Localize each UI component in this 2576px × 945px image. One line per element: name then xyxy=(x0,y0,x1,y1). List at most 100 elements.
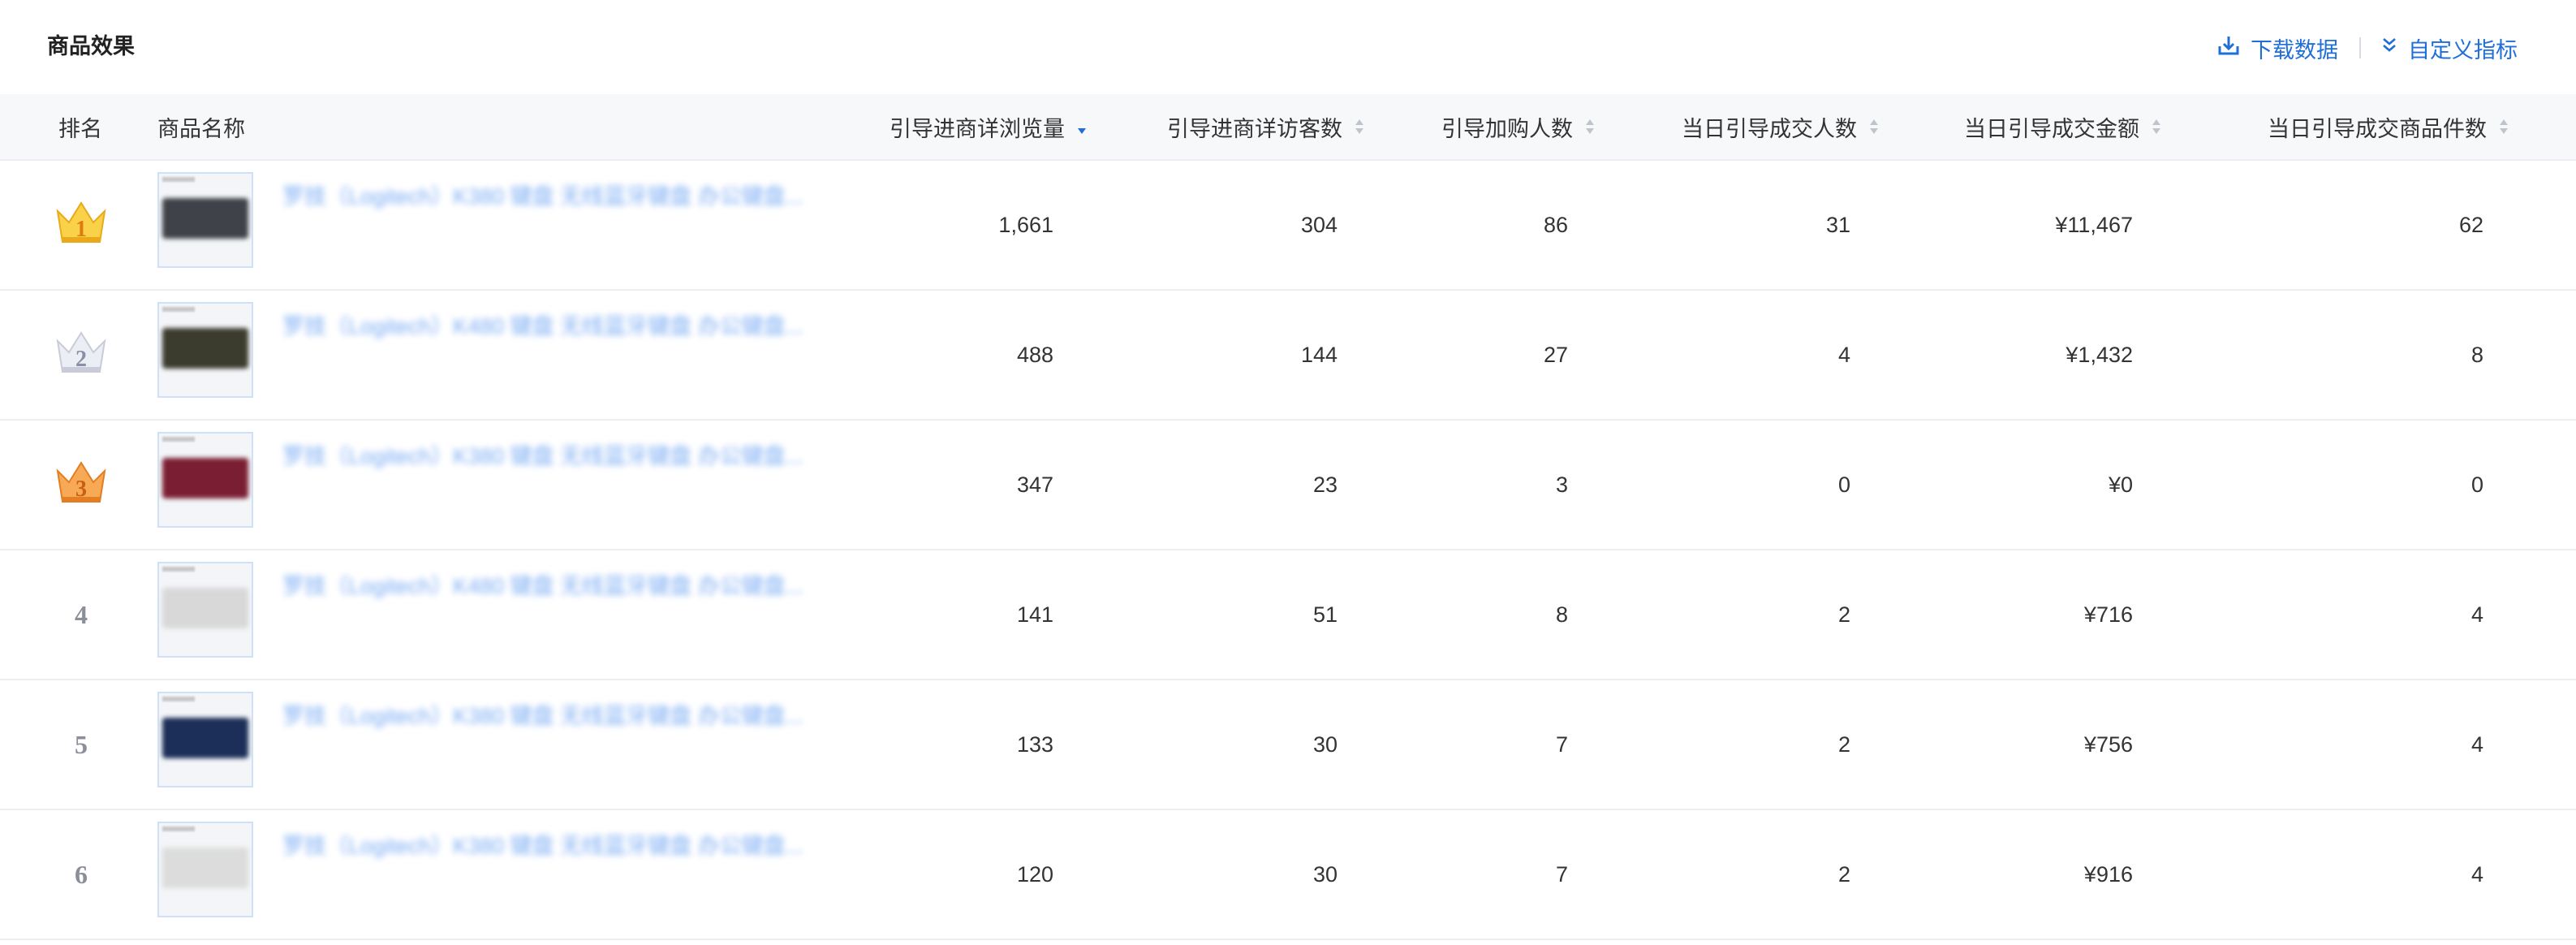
sort-caret-icon[interactable] xyxy=(1076,118,1088,136)
views-value: 133 xyxy=(1016,731,1053,757)
buyers-value: 2 xyxy=(1837,602,1850,627)
crown-medal-icon: 3 xyxy=(54,458,108,512)
items-value: 4 xyxy=(2470,861,2483,887)
items-value: 4 xyxy=(2470,602,2483,627)
column-items[interactable]: 当日引导成交商品件数 xyxy=(2162,94,2509,159)
table-row[interactable]: 4 罗技（Logitech）K480 键盘 无线蓝牙键盘 办公键盘... 141… xyxy=(0,550,2576,680)
column-amount-label: 当日引导成交金额 xyxy=(1964,116,2139,141)
column-visitors-label: 引导进商详访客数 xyxy=(1167,116,1342,141)
keyboard-image xyxy=(162,198,248,239)
product-thumbnail[interactable] xyxy=(157,172,253,268)
rank-cell: 3 xyxy=(49,421,114,549)
cart-value: 7 xyxy=(1555,861,1568,887)
crown-medal-icon: 2 xyxy=(54,328,108,382)
keyboard-image xyxy=(162,588,248,628)
product-name-link[interactable]: 罗技（Logitech）K480 键盘 无线蓝牙键盘 办公键盘... xyxy=(282,309,802,341)
table-body: 1 罗技（Logitech）K380 键盘 无线蓝牙键盘 办公键盘... 1,6… xyxy=(0,161,2576,940)
column-visitors[interactable]: 引导进商详访客数 xyxy=(1088,94,1365,159)
visitors-value: 30 xyxy=(1312,731,1338,757)
action-divider xyxy=(2359,37,2361,58)
amount-value: ¥0 xyxy=(2108,472,2133,497)
thumbnail-tag xyxy=(162,307,195,312)
crown-medal-icon: 1 xyxy=(54,198,108,252)
rank-number: 6 xyxy=(75,859,88,889)
visitors-value: 304 xyxy=(1300,212,1338,237)
keyboard-image xyxy=(162,848,248,888)
download-data-button[interactable]: 下载数据 xyxy=(2216,32,2338,64)
table-row[interactable]: 6 罗技（Logitech）K380 键盘 无线蓝牙键盘 办公键盘... 120… xyxy=(0,810,2576,940)
rank-number: 4 xyxy=(75,599,88,629)
keyboard-image xyxy=(162,328,248,369)
views-value: 347 xyxy=(1016,472,1053,497)
thumbnail-tag xyxy=(162,697,195,701)
buyers-value: 2 xyxy=(1837,731,1850,757)
product-name-link[interactable]: 罗技（Logitech）K380 键盘 无线蓝牙键盘 办公键盘... xyxy=(282,828,802,861)
views-value: 1,661 xyxy=(998,212,1053,237)
download-data-label: 下载数据 xyxy=(2251,37,2338,63)
amount-value: ¥1,432 xyxy=(2066,342,2133,367)
buyers-value: 2 xyxy=(1837,861,1850,887)
table-row[interactable]: 3 罗技（Logitech）K380 键盘 无线蓝牙键盘 办公键盘... 347… xyxy=(0,421,2576,550)
amount-value: ¥756 xyxy=(2083,731,2133,757)
sort-caret-icon[interactable] xyxy=(1584,118,1596,136)
product-name-link[interactable]: 罗技（Logitech）K380 键盘 无线蓝牙键盘 办公键盘... xyxy=(282,698,802,731)
product-thumbnail[interactable] xyxy=(157,302,253,398)
column-views-label: 引导进商详浏览量 xyxy=(890,116,1065,141)
double-chevron-down-icon xyxy=(2380,35,2398,62)
svg-text:2: 2 xyxy=(75,347,87,372)
thumbnail-tag xyxy=(162,177,195,182)
cart-value: 7 xyxy=(1555,731,1568,757)
rank-cell: 5 xyxy=(49,680,114,809)
keyboard-image xyxy=(162,458,248,498)
table-row[interactable]: 5 罗技（Logitech）K380 键盘 无线蓝牙键盘 办公键盘... 133… xyxy=(0,680,2576,810)
views-value: 120 xyxy=(1016,861,1053,887)
sort-caret-icon[interactable] xyxy=(1868,118,1880,136)
views-value: 141 xyxy=(1016,602,1053,627)
column-buyers[interactable]: 当日引导成交人数 xyxy=(1596,94,1880,159)
column-cart[interactable]: 引导加购人数 xyxy=(1365,94,1596,159)
rank-number: 5 xyxy=(75,729,88,759)
product-thumbnail[interactable] xyxy=(157,692,253,788)
product-name-link[interactable]: 罗技（Logitech）K380 键盘 无线蓝牙键盘 办公键盘... xyxy=(282,179,802,211)
column-amount[interactable]: 当日引导成交金额 xyxy=(1880,94,2162,159)
sort-caret-icon[interactable] xyxy=(1354,118,1365,136)
cart-value: 86 xyxy=(1543,212,1568,237)
items-value: 8 xyxy=(2470,342,2483,367)
buyers-value: 4 xyxy=(1837,342,1850,367)
product-thumbnail[interactable] xyxy=(157,432,253,528)
column-cart-label: 引导加购人数 xyxy=(1441,116,1573,141)
cart-value: 3 xyxy=(1555,472,1568,497)
items-value: 62 xyxy=(2458,212,2483,237)
table-row[interactable]: 1 罗技（Logitech）K380 键盘 无线蓝牙键盘 办公键盘... 1,6… xyxy=(0,161,2576,291)
amount-value: ¥716 xyxy=(2083,602,2133,627)
column-items-label: 当日引导成交商品件数 xyxy=(2268,116,2487,141)
product-thumbnail[interactable] xyxy=(157,822,253,917)
sort-caret-icon[interactable] xyxy=(2498,118,2509,136)
sort-caret-icon[interactable] xyxy=(2151,118,2162,136)
visitors-value: 30 xyxy=(1312,861,1338,887)
product-table: 排名 商品名称 引导进商详浏览量 引导进商详访客数 引导加购人数 当日引导成交人… xyxy=(0,94,2576,940)
cart-value: 27 xyxy=(1543,342,1568,367)
visitors-value: 51 xyxy=(1312,602,1338,627)
amount-value: ¥916 xyxy=(2083,861,2133,887)
table-header: 排名 商品名称 引导进商详浏览量 引导进商详访客数 引导加购人数 当日引导成交人… xyxy=(0,94,2576,161)
rank-cell: 2 xyxy=(49,291,114,419)
visitors-value: 23 xyxy=(1312,472,1338,497)
header-actions: 下载数据 自定义指标 xyxy=(2216,32,2518,64)
custom-metrics-button[interactable]: 自定义指标 xyxy=(2380,32,2518,64)
page-title: 商品效果 xyxy=(47,33,135,58)
visitors-value: 144 xyxy=(1300,342,1338,367)
thumbnail-tag xyxy=(162,826,195,831)
svg-text:1: 1 xyxy=(75,217,87,242)
column-buyers-label: 当日引导成交人数 xyxy=(1682,116,1857,141)
table-row[interactable]: 2 罗技（Logitech）K480 键盘 无线蓝牙键盘 办公键盘... 488… xyxy=(0,291,2576,421)
keyboard-image xyxy=(162,718,248,758)
product-thumbnail[interactable] xyxy=(157,562,253,658)
column-views[interactable]: 引导进商详浏览量 xyxy=(812,94,1088,159)
product-name-link[interactable]: 罗技（Logitech）K480 键盘 无线蓝牙键盘 办公键盘... xyxy=(282,568,802,601)
product-name-link[interactable]: 罗技（Logitech）K380 键盘 无线蓝牙键盘 办公键盘... xyxy=(282,438,802,471)
views-value: 488 xyxy=(1016,342,1053,367)
buyers-value: 0 xyxy=(1837,472,1850,497)
rank-cell: 4 xyxy=(49,550,114,679)
custom-metrics-label: 自定义指标 xyxy=(2408,37,2518,63)
